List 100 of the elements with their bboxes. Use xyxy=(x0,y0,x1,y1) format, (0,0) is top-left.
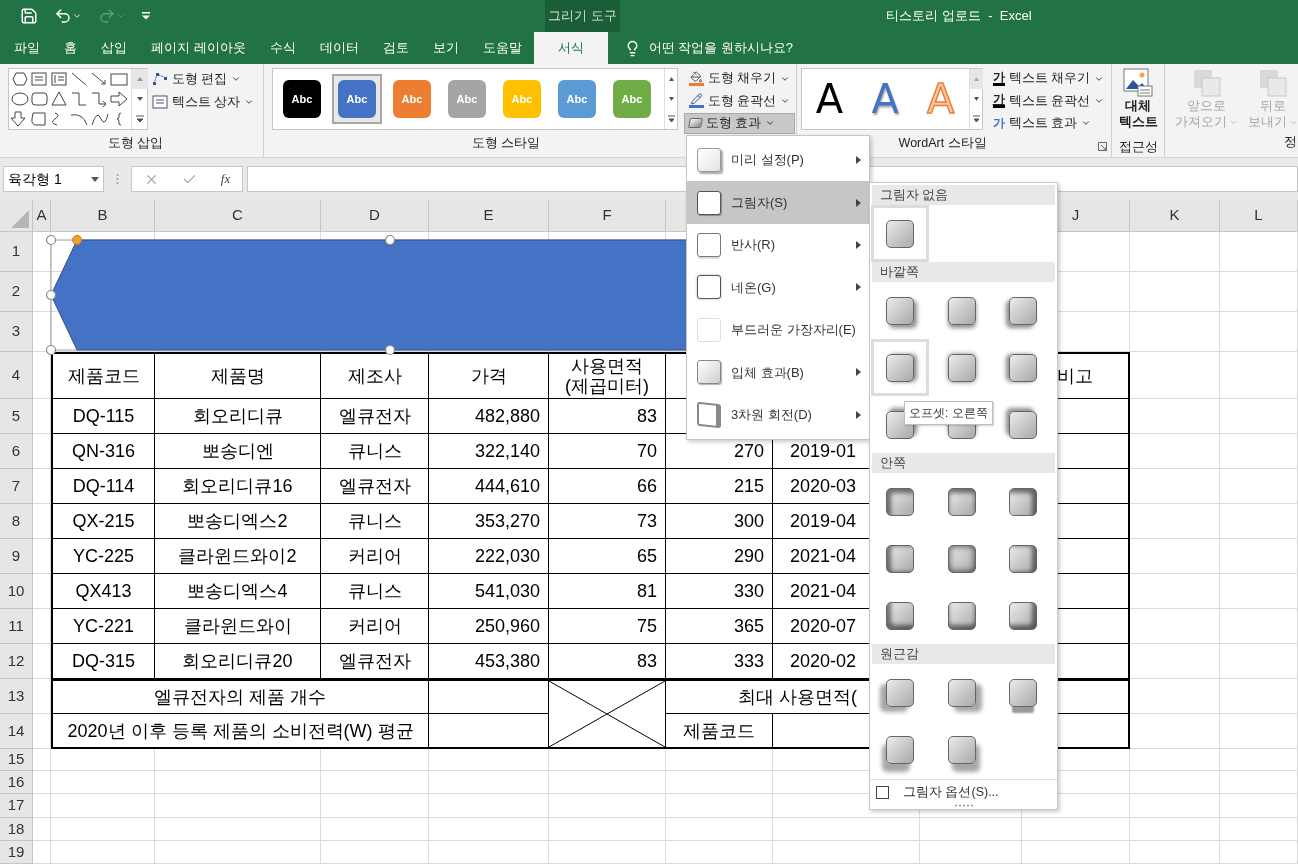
ribbon-tab[interactable]: 보기 xyxy=(420,32,471,64)
table-cell: 큐니스 xyxy=(321,574,429,609)
row-header[interactable]: 8 xyxy=(0,504,33,539)
shape-fill-button[interactable]: 도형 채우기 xyxy=(683,68,796,90)
text-box-button[interactable]: 텍스트 상자 xyxy=(152,91,255,113)
table-cell: 83 xyxy=(549,644,666,679)
table-cell: 커리어 xyxy=(321,609,429,644)
row-header[interactable]: 9 xyxy=(0,539,33,574)
group-label: WordArt 스타일 xyxy=(898,135,987,152)
table-cell: 81 xyxy=(549,574,666,609)
table-cell: DQ-315 xyxy=(51,644,155,679)
row-header[interactable]: 6 xyxy=(0,434,33,469)
column-header[interactable]: D xyxy=(321,200,429,232)
column-header[interactable]: E xyxy=(429,200,549,232)
table-cell: 회오리디큐20 xyxy=(155,644,321,679)
table-cell: 클라윈드와이2 xyxy=(155,539,321,574)
text-outline-button[interactable]: 가 텍스트 윤곽선 xyxy=(988,90,1109,112)
row-header[interactable]: 10 xyxy=(0,574,33,609)
row-header[interactable]: 5 xyxy=(0,399,33,434)
table-cell: 215 xyxy=(666,469,773,504)
column-header[interactable]: B xyxy=(51,200,155,232)
ribbon-tab[interactable]: 도움말 xyxy=(470,32,534,64)
shape-outline-button[interactable]: 도형 윤곽선 xyxy=(683,90,796,112)
row-header[interactable]: 17 xyxy=(0,794,33,818)
insert-function-button[interactable]: fx xyxy=(220,169,231,189)
style-swatch[interactable]: Abc xyxy=(331,74,382,124)
group-label: 접근성 xyxy=(1118,139,1158,156)
alt-text-button[interactable]: 대체 텍스트 xyxy=(1118,68,1158,138)
text-effects-button[interactable]: 가 텍스트 효과 xyxy=(988,112,1109,134)
menu-item[interactable]: 3차원 회전(D) xyxy=(687,393,869,436)
table-cell: DQ-115 xyxy=(51,399,155,434)
row-header[interactable]: 14 xyxy=(0,714,33,749)
table-cell: 322,140 xyxy=(429,434,549,469)
shape-effects-button[interactable]: 도형 효과 xyxy=(683,112,796,134)
table-cell: 사용면적 (제곱미터) xyxy=(549,352,666,399)
menu-item[interactable]: 입체 효과(B) xyxy=(687,351,869,394)
row-header[interactable]: 15 xyxy=(0,749,33,771)
menu-item[interactable]: 반사(R) xyxy=(687,223,869,267)
table-cell: 클라윈드와이 xyxy=(155,609,321,644)
table-cell: 회오리디큐 xyxy=(155,399,321,434)
table-cell: 뽀송디엑스2 xyxy=(155,504,321,539)
table-cell: QN-316 xyxy=(51,434,155,469)
menu-item[interactable]: 그림자(S) xyxy=(687,181,869,224)
table-cell: 250,960 xyxy=(429,609,549,644)
table-cell: YC-225 xyxy=(51,539,155,574)
table-cell: 70 xyxy=(549,434,666,469)
menu-item[interactable]: 미리 설정(P) xyxy=(687,139,869,182)
text-glyph-icon: 가 xyxy=(992,117,1005,130)
row-header[interactable]: 12 xyxy=(0,644,33,679)
tell-me-field[interactable]: 어떤 작업을 원하시나요? xyxy=(648,38,794,58)
table-cell: 엘큐전자의 제품 개수 xyxy=(51,679,429,714)
edit-shape-button[interactable]: 도형 편집 xyxy=(152,68,255,90)
table-cell: 제품코드 xyxy=(666,714,773,749)
row-header[interactable]: 2 xyxy=(0,272,33,312)
row-header[interactable]: 13 xyxy=(0,679,33,714)
ribbon-tab[interactable]: 수식 xyxy=(257,32,308,64)
menu-item[interactable]: 네온(G) xyxy=(687,266,869,309)
wordart-style[interactable]: A xyxy=(871,79,899,119)
group-label: 정 xyxy=(1284,134,1297,152)
row-header[interactable]: 7 xyxy=(0,469,33,504)
menu-item[interactable]: 부드러운 가장자리(E) xyxy=(687,308,869,352)
ribbon-tab[interactable]: 삽입 xyxy=(89,32,139,64)
name-box[interactable]: 육각형 1 xyxy=(3,166,104,192)
table-cell: 회오리디큐16 xyxy=(155,469,321,504)
column-header[interactable]: K xyxy=(1130,200,1220,232)
row-header[interactable]: 18 xyxy=(0,818,33,841)
column-header[interactable]: F xyxy=(549,200,666,232)
tooltip: 오프셋: 오른쪽 xyxy=(904,401,993,425)
row-header[interactable]: 4 xyxy=(0,352,33,399)
table-cell: QX413 xyxy=(51,574,155,609)
column-header[interactable]: A xyxy=(33,200,51,232)
table-cell: DQ-114 xyxy=(51,469,155,504)
table-cell: 541,030 xyxy=(429,574,549,609)
ribbon-tab[interactable]: 검토 xyxy=(370,32,421,64)
table-cell: YC-221 xyxy=(51,609,155,644)
table-cell: 큐니스 xyxy=(321,504,429,539)
ribbon-tab[interactable]: 파일 xyxy=(2,32,52,64)
row-header[interactable]: 11 xyxy=(0,609,33,644)
table-cell: 73 xyxy=(549,504,666,539)
group-label: 도형 삽입 xyxy=(107,135,164,152)
section-header: 그림자 없음 xyxy=(872,185,1055,205)
text-fill-button[interactable]: 가 텍스트 채우기 xyxy=(988,68,1109,90)
ribbon-tab[interactable]: 서식 xyxy=(533,32,608,64)
table-cell: 2020년 이후 등록 제품의 소비전력(W) 평균 xyxy=(51,714,429,749)
table-cell: 453,380 xyxy=(429,644,549,679)
column-header[interactable]: C xyxy=(155,200,321,232)
shadow-options-checkbox[interactable]: 그림자 옵션(S)... xyxy=(870,780,1057,804)
ribbon-tab[interactable]: 홈 xyxy=(52,32,89,64)
row-header[interactable]: 1 xyxy=(0,232,33,272)
table-cell: 330 xyxy=(666,574,773,609)
table-cell: 65 xyxy=(549,539,666,574)
ribbon-tab[interactable]: 페이지 레이아웃 xyxy=(139,32,258,64)
row-header[interactable]: 19 xyxy=(0,841,33,864)
ribbon-tab[interactable]: 데이터 xyxy=(307,32,371,64)
row-header[interactable]: 3 xyxy=(0,312,33,352)
wordart-style[interactable]: A xyxy=(815,79,844,119)
table-cell: 290 xyxy=(666,539,773,574)
column-header[interactable]: L xyxy=(1220,200,1298,232)
row-header[interactable]: 16 xyxy=(0,771,33,794)
table-cell: 365 xyxy=(666,609,773,644)
